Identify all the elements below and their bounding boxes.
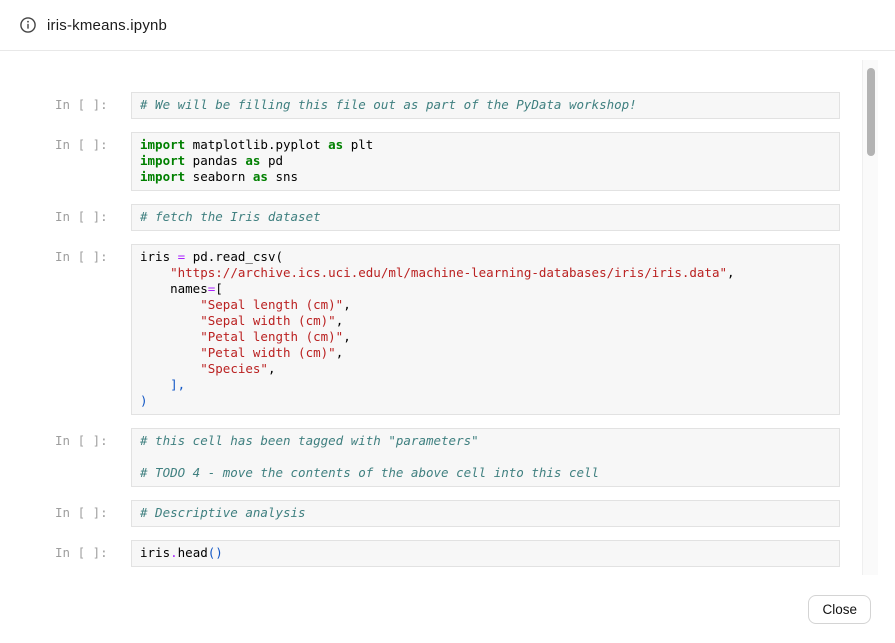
notebook-cell-row: In [ ]: iris.head() <box>55 540 840 567</box>
cell-prompt: In [ ]: <box>55 500 118 521</box>
code-line: names=[ <box>140 281 831 297</box>
code-cell: # fetch the Iris dataset <box>131 204 840 231</box>
close-button[interactable]: Close <box>808 595 871 624</box>
code-line: "Petal length (cm)", <box>140 329 831 345</box>
cell-prompt: In [ ]: <box>55 132 118 153</box>
code-cell: iris = pd.read_csv( "https://archive.ics… <box>131 244 840 415</box>
code-line: import matplotlib.pyplot as plt <box>140 137 831 153</box>
file-preview-modal: iris-kmeans.ipynb In [ ]: # We will be fi… <box>0 0 895 643</box>
info-icon <box>20 17 36 33</box>
code-cell: # Descriptive analysis <box>131 500 840 527</box>
scrollbar-thumb[interactable] <box>867 68 875 156</box>
code-line <box>140 449 831 465</box>
code-line: "Sepal width (cm)", <box>140 313 831 329</box>
code-line: import pandas as pd <box>140 153 831 169</box>
cell-prompt: In [ ]: <box>55 204 118 225</box>
code-line: ) <box>140 393 831 409</box>
code-line: "https://archive.ics.uci.edu/ml/machine-… <box>140 265 831 281</box>
code-line: "Sepal length (cm)", <box>140 297 831 313</box>
code-line: "Species", <box>140 361 831 377</box>
code-line: # TODO 4 - move the contents of the abov… <box>140 465 831 481</box>
notebook-cell-row: In [ ]: # this cell has been tagged with … <box>55 428 840 487</box>
notebook-cell-row: In [ ]: iris = pd.read_csv( "https://arch… <box>55 244 840 415</box>
notebook-preview-scroll-area: In [ ]: # We will be filling this file ou… <box>0 51 895 575</box>
notebook-content: In [ ]: # We will be filling this file ou… <box>0 51 895 567</box>
code-line: # Descriptive analysis <box>140 505 831 521</box>
notebook-cell-row: In [ ]: # fetch the Iris dataset <box>55 204 840 231</box>
notebook-cell-row: In [ ]: # Descriptive analysis <box>55 500 840 527</box>
cell-prompt: In [ ]: <box>55 540 118 561</box>
cell-prompt: In [ ]: <box>55 428 118 449</box>
file-title: iris-kmeans.ipynb <box>47 17 167 34</box>
notebook-cell-row: In [ ]:import matplotlib.pyplot as pltim… <box>55 132 840 191</box>
code-cell: iris.head() <box>131 540 840 567</box>
code-cell: # this cell has been tagged with "parame… <box>131 428 840 487</box>
code-line: iris.head() <box>140 545 831 561</box>
code-cell: # We will be filling this file out as pa… <box>131 92 840 119</box>
code-cell: import matplotlib.pyplot as pltimport pa… <box>131 132 840 191</box>
modal-header: iris-kmeans.ipynb <box>0 0 895 51</box>
cell-prompt: In [ ]: <box>55 92 118 113</box>
modal-footer: Close <box>0 575 895 643</box>
cell-prompt: In [ ]: <box>55 244 118 265</box>
vertical-scrollbar[interactable] <box>862 60 878 575</box>
code-line: iris = pd.read_csv( <box>140 249 831 265</box>
code-line: import seaborn as sns <box>140 169 831 185</box>
code-line: # this cell has been tagged with "parame… <box>140 433 831 449</box>
code-line: "Petal width (cm)", <box>140 345 831 361</box>
code-line: # fetch the Iris dataset <box>140 209 831 225</box>
code-line: # We will be filling this file out as pa… <box>140 97 831 113</box>
notebook-cell-row: In [ ]: # We will be filling this file ou… <box>55 92 840 119</box>
code-line: ], <box>140 377 831 393</box>
